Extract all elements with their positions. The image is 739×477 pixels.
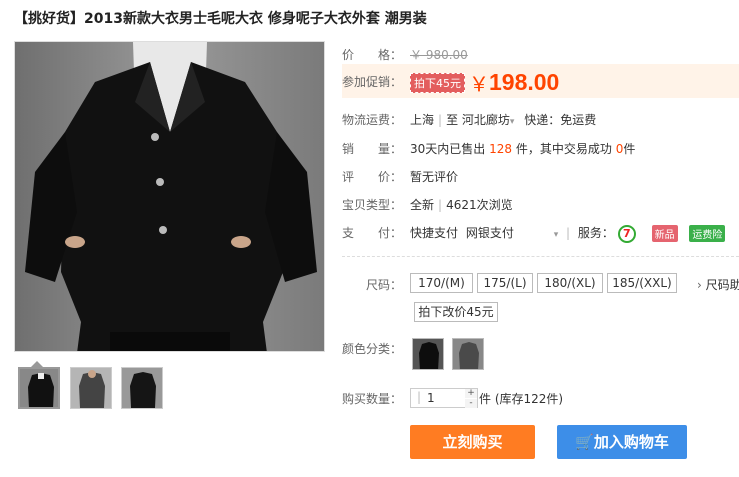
qty-divider: | (417, 390, 422, 404)
service-label: 服务： (577, 226, 614, 240)
divider (342, 256, 739, 257)
size-option-xl[interactable]: 180/(XL) (537, 273, 603, 293)
promo-tag: 拍下45元 (410, 72, 465, 93)
ship-method: 快递：免运费 (524, 113, 597, 127)
chevron-down-icon[interactable]: ▾ (510, 117, 515, 127)
thumbnail-1[interactable] (18, 367, 60, 409)
sales-suffix: 件 (623, 142, 636, 156)
bank-pay: 网银支付 (465, 226, 514, 240)
item-type-value: 全新 | 4621次浏览 (410, 198, 513, 212)
add-to-cart-label: 加入购物车 (593, 433, 669, 451)
main-product-image[interactable] (14, 41, 325, 352)
thumbnail-2[interactable] (70, 367, 112, 409)
review-label: 评 价： (342, 170, 403, 184)
color-option-gray[interactable] (452, 338, 484, 370)
buy-now-button[interactable]: 立刻购买 (410, 425, 535, 459)
shipping-insurance-badge[interactable]: 运费险 (689, 225, 726, 242)
increment-icon[interactable]: + (465, 389, 477, 398)
new-badge[interactable]: 新品 (651, 225, 678, 242)
price-note-option[interactable]: 拍下改价45元 (414, 302, 498, 322)
size-option-m[interactable]: 170/(M) (410, 273, 473, 293)
sales-prefix: 30天内已售出 (410, 142, 486, 156)
ship-from[interactable]: 上海 (410, 113, 434, 127)
price-label: 价 格： (342, 48, 403, 62)
item-condition: 全新 (410, 198, 435, 212)
sales-value: 30天内已售出 128 件，其中交易成功 0件 (410, 140, 635, 157)
shipping-value: 上海 | 至 河北廊坊▾ 快递：免运费 (410, 113, 597, 127)
cart-icon: 🛒 (575, 433, 594, 451)
original-price: ￥ 980.00 (410, 48, 468, 62)
current-price: 198.00 (489, 69, 560, 95)
quick-pay: 快捷支付 (410, 226, 459, 240)
size-label: 尺码： (366, 278, 403, 292)
add-to-cart-button[interactable]: 🛒加入购物车 (557, 425, 687, 459)
sales-label: 销 量： (342, 142, 403, 156)
shipping-label: 物流运费： (342, 113, 403, 127)
seven-day-return-icon[interactable]: 7 (617, 224, 636, 243)
size-guide-text[interactable]: 尺码助 (706, 278, 739, 292)
thumbnail-3[interactable] (121, 367, 163, 409)
currency-symbol: ￥ (469, 72, 489, 96)
payment-value: 快捷支付 网银支付 ▾ | 服务： 7 新品 运费险 (410, 224, 726, 243)
size-guide-link[interactable]: › 尺码助 (697, 276, 739, 293)
size-option-l[interactable]: 175/(L) (477, 273, 533, 293)
color-label: 颜色分类： (342, 342, 403, 356)
ship-divider: 至 (446, 113, 459, 127)
chevron-right-icon: › (697, 278, 702, 292)
sales-middle: 件，其中交易成功 (515, 142, 612, 156)
view-count: 4621次浏览 (446, 198, 513, 212)
promo-label: 参加促销： (342, 75, 403, 89)
item-type-label: 宝贝类型： (342, 198, 403, 212)
size-option-xxl[interactable]: 185/(XXL) (607, 273, 677, 293)
review-value: 暂无评价 (410, 170, 459, 184)
decrement-icon[interactable]: - (465, 399, 477, 408)
promo-price-group: 拍下45元 ￥198.00 (410, 68, 559, 97)
sales-count: 128 (489, 142, 513, 156)
ship-to[interactable]: 河北廊坊 (462, 113, 510, 127)
stock-text: 件 (库存122件) (479, 392, 564, 406)
color-option-black[interactable] (412, 338, 444, 370)
quantity-stepper[interactable]: | 1 + - (410, 388, 478, 408)
quantity-input[interactable]: 1 (427, 391, 435, 405)
payment-label: 支 付： (342, 226, 403, 240)
payment-chevron-icon[interactable]: ▾ (554, 230, 559, 240)
product-title: 【挑好货】2013新款大衣男士毛呢大衣 修身呢子大衣外套 潮男装 (14, 11, 427, 27)
quantity-label: 购买数量： (342, 392, 403, 406)
